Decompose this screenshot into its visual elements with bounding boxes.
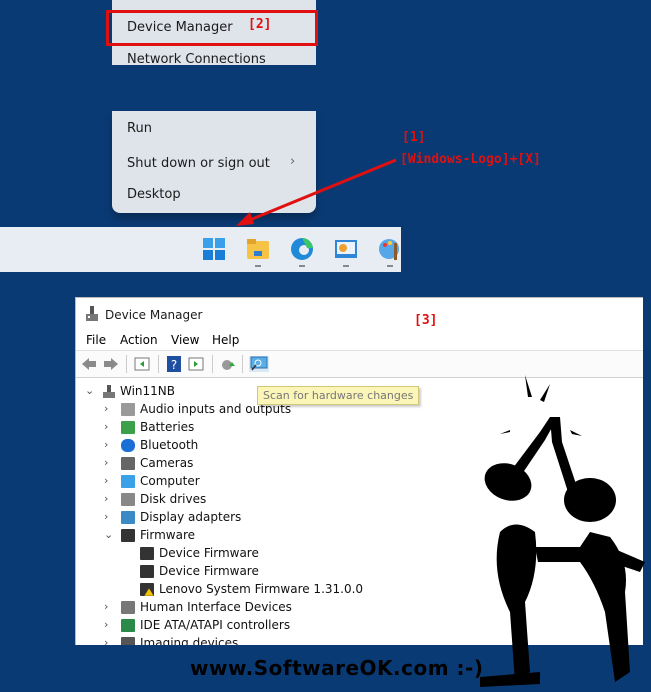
tree-item-label: IDE ATA/ATAPI controllers (140, 618, 291, 632)
tree-item-label: Batteries (140, 420, 195, 434)
tooltip: Scan for hardware changes (257, 386, 420, 405)
scan-hardware-icon[interactable] (249, 356, 269, 372)
paint-icon[interactable] (378, 237, 402, 261)
tree-item-label: Firmware (140, 528, 195, 542)
chip-warning-icon (140, 583, 154, 596)
chevron-right-icon[interactable]: › (104, 420, 108, 433)
menu-view[interactable]: View (171, 333, 199, 347)
camera-icon (121, 457, 135, 470)
forward-arrow-icon[interactable] (103, 356, 119, 372)
edge-icon[interactable] (290, 237, 314, 261)
toolbar-separator (242, 355, 243, 373)
tree-root-label: Win11NB (120, 384, 176, 398)
annotation-step3: [3] (414, 313, 438, 328)
running-indicator (387, 265, 393, 267)
chip-icon (140, 547, 154, 560)
toolbar-separator (212, 355, 213, 373)
chevron-right-icon[interactable]: › (104, 402, 108, 415)
chevron-down-icon[interactable]: ⌄ (104, 528, 113, 541)
chevron-right-icon[interactable]: › (104, 438, 108, 451)
keyboard-icon (121, 601, 135, 614)
chevron-right-icon[interactable]: › (104, 600, 108, 613)
menu-bar: File Action View Help (76, 330, 644, 350)
chevron-right-icon[interactable]: › (104, 474, 108, 487)
menu-file[interactable]: File (86, 333, 106, 347)
toolbar-separator (126, 355, 127, 373)
properties-icon[interactable] (188, 356, 204, 372)
chevron-down-icon[interactable]: ⌄ (85, 384, 94, 397)
chevron-right-icon[interactable]: › (104, 456, 108, 469)
monitor-icon (121, 475, 135, 488)
toolbar-separator (158, 355, 159, 373)
menu-help[interactable]: Help (212, 333, 239, 347)
file-explorer-icon[interactable] (246, 237, 270, 261)
chevron-right-icon[interactable]: › (104, 618, 108, 631)
display-adapter-icon (121, 511, 135, 524)
help-icon[interactable]: ? (166, 356, 182, 372)
tree-item-label: Human Interface Devices (140, 600, 292, 614)
menu-action[interactable]: Action (120, 333, 158, 347)
running-indicator (343, 265, 349, 267)
svg-text:?: ? (171, 358, 177, 372)
disk-icon (121, 493, 135, 506)
tree-item-label: Disk drives (140, 492, 207, 506)
chip-icon (140, 565, 154, 578)
device-manager-icon (86, 306, 98, 321)
computer-root-icon (103, 385, 115, 398)
running-indicator (255, 265, 261, 267)
controller-icon (121, 619, 135, 632)
control-panel-icon[interactable] (334, 237, 358, 261)
bluetooth-icon (121, 439, 135, 452)
chip-icon (121, 529, 135, 542)
high-five-silhouette-illustration (480, 375, 645, 687)
tree-item-label: Bluetooth (140, 438, 199, 452)
speaker-icon (121, 403, 135, 416)
watermark: www.SoftwareOK.com :-) (190, 656, 484, 680)
running-indicator (299, 265, 305, 267)
tree-item-label: Cameras (140, 456, 194, 470)
tree-item-label: Display adapters (140, 510, 242, 524)
battery-icon (121, 421, 135, 434)
tree-item-label: Lenovo System Firmware 1.31.0.0 (159, 582, 364, 596)
tree-item-label: Computer (140, 474, 200, 488)
chevron-right-icon[interactable]: › (104, 492, 108, 505)
taskbar (0, 227, 401, 272)
back-arrow-icon[interactable] (81, 356, 97, 372)
chevron-right-icon[interactable]: › (104, 510, 108, 523)
windows-start-icon[interactable] (202, 237, 226, 261)
console-tree-icon[interactable] (134, 356, 150, 372)
tree-item-label: Device Firmware (159, 564, 259, 578)
tree-item-label: Device Firmware (159, 546, 259, 560)
window-title: Device Manager (105, 308, 203, 322)
update-driver-icon[interactable] (220, 356, 236, 372)
